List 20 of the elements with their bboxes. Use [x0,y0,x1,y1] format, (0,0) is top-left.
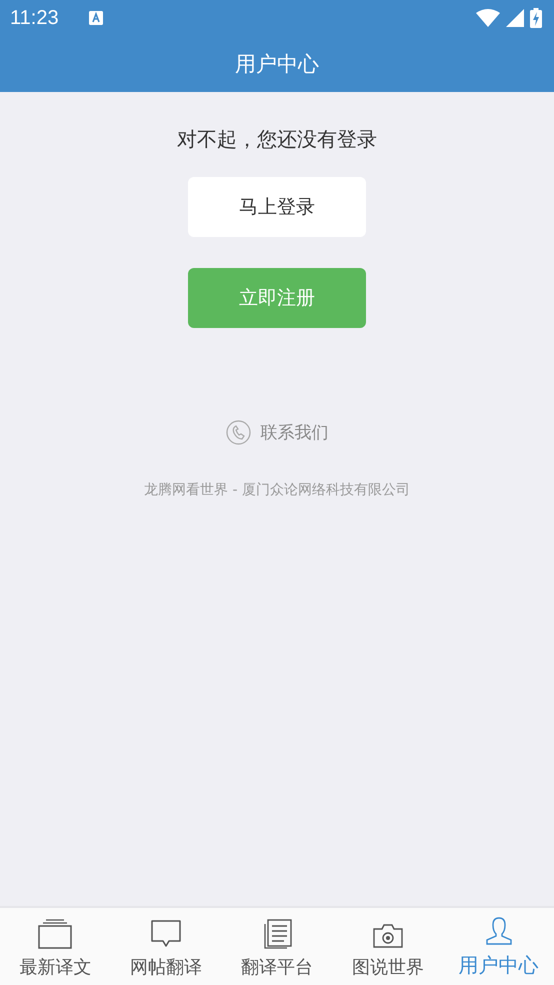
cards-icon [38,919,72,949]
status-time: 11:23 [10,6,59,30]
nav-tab[interactable]: 用户中心 [443,908,554,985]
page-title: 用户中心 [235,51,319,78]
nav-tab[interactable]: 翻译平台 [222,908,332,985]
camera-icon [372,923,403,949]
company-footer: 龙腾网看世界 - 厦门众论网络科技有限公司 [144,481,410,499]
document-icon [262,919,292,949]
wifi-icon [476,9,500,27]
phone-icon [226,420,250,445]
nav-tab[interactable]: 图说世界 [332,908,444,985]
nav-tab[interactable]: 最新译文 [0,908,111,985]
app-notification-icon [88,11,103,25]
user-icon [484,916,514,946]
speech-bubble-icon [150,919,182,949]
signal-icon [506,9,524,27]
nav-tab[interactable]: 网帖翻译 [110,908,222,985]
login-button[interactable]: 马上登录 [188,177,366,237]
battery-icon [530,8,542,28]
login-message: 对不起，您还没有登录 [177,126,377,153]
